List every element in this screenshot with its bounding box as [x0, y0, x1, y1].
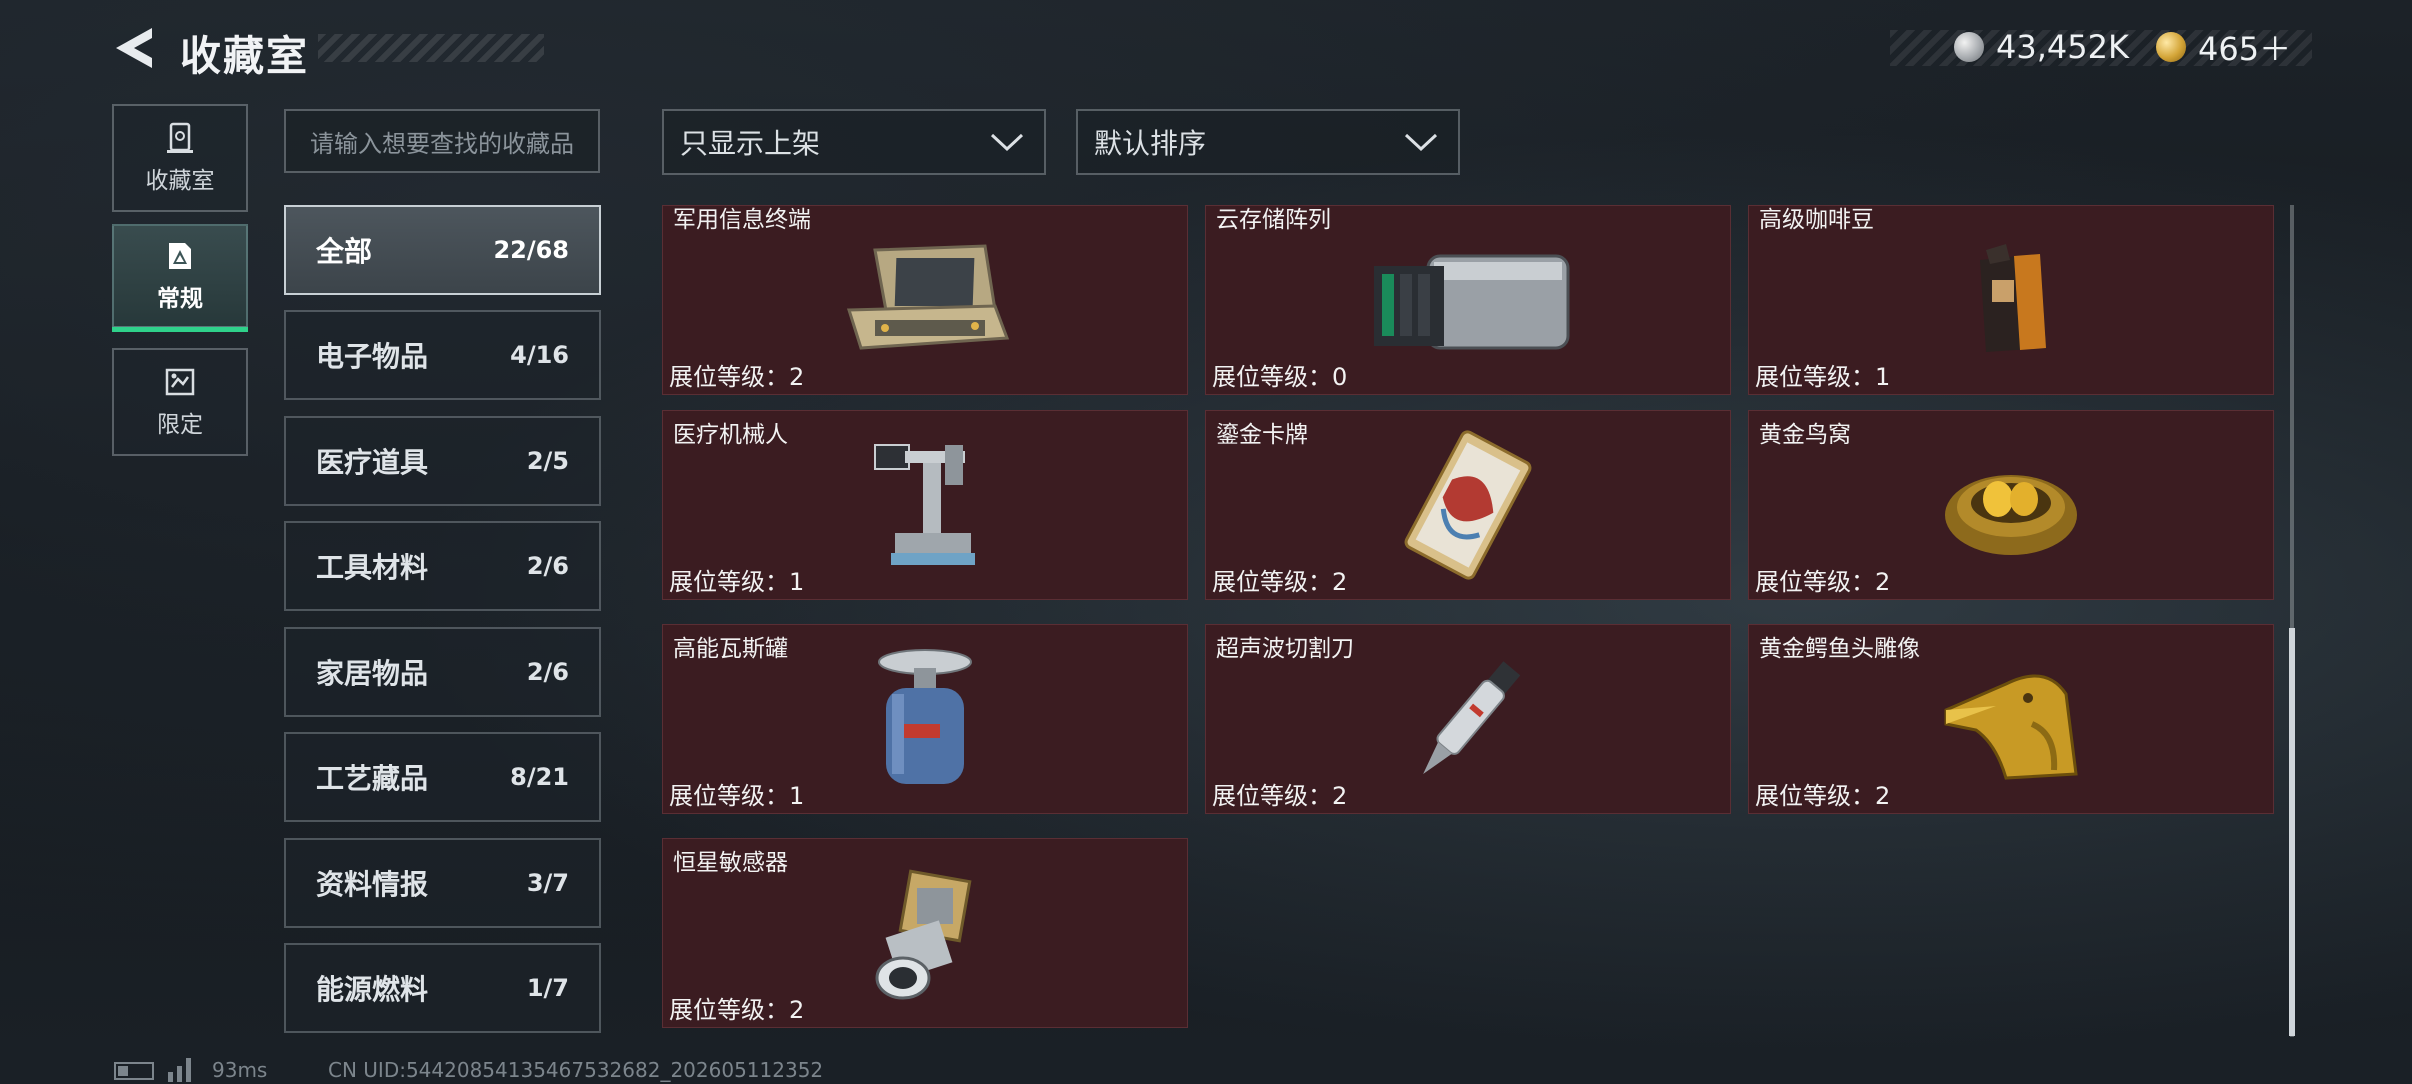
medical-robot-icon [874, 444, 975, 565]
nav-label: 限定 [157, 412, 203, 438]
item-name: 黄金鳄鱼头雕像 [1759, 636, 1920, 662]
golden-crocodile-statue-icon [1944, 674, 2078, 780]
item-name: 高能瓦斯罐 [673, 636, 788, 662]
gold-currency[interactable]: 465＋ [2156, 24, 2291, 70]
category-energy[interactable]: 能源燃料 1/7 [284, 943, 601, 1033]
item-level: 展位等级：0 [1212, 363, 1348, 391]
category-count: 2/5 [526, 447, 569, 475]
golden-nest-icon [1945, 475, 2077, 555]
item-level: 展位等级：1 [669, 568, 805, 596]
item-card-ultrasonic-cutter[interactable]: 超声波切割刀 展位等级：2 [1205, 624, 1731, 814]
item-level: 展位等级：2 [1212, 568, 1348, 596]
active-nav-indicator [112, 327, 248, 332]
nav-collection-room[interactable]: 收藏室 [112, 104, 248, 212]
item-card-medical-robot[interactable]: 医疗机械人 展位等级：1 [662, 410, 1188, 600]
item-card-coffee-beans[interactable]: 高级咖啡豆 展位等级：1 [1748, 205, 2274, 395]
uid-text: CN UID:54420854135467532682_202605112352 [328, 1058, 824, 1082]
battery-icon [114, 1062, 154, 1080]
item-level: 展位等级：2 [669, 363, 805, 391]
gilded-card-icon [1404, 430, 1532, 580]
item-level: 展位等级：2 [669, 996, 805, 1024]
category-name: 能源燃料 [316, 973, 429, 1006]
category-medical[interactable]: 医疗道具 2/5 [284, 416, 601, 506]
ultrasonic-cutter-icon [1423, 661, 1521, 775]
category-name: 电子物品 [316, 340, 429, 373]
sort-dropdown[interactable]: 默认排序 [1076, 109, 1460, 175]
nav-label: 收藏室 [145, 168, 215, 194]
silver-currency: 43,452K [1954, 24, 2129, 70]
search-input[interactable]: 请输入想要查找的收藏品 [284, 109, 600, 173]
category-name: 工艺藏品 [316, 762, 429, 795]
collection-room-icon [167, 122, 193, 153]
chevron-down-icon [990, 133, 1024, 152]
coffee-bean-bag-icon [1980, 244, 2046, 352]
item-level: 展位等级：1 [669, 782, 805, 810]
gas-canister-icon [878, 649, 972, 784]
item-card-gilded-card[interactable]: 鎏金卡牌 展位等级：2 [1205, 410, 1731, 600]
item-level: 展位等级：2 [1755, 568, 1891, 596]
item-name: 恒星敏感器 [673, 850, 788, 876]
item-level: 展位等级：1 [1755, 363, 1891, 391]
category-count: 22/68 [493, 236, 569, 264]
shelf-filter-dropdown[interactable]: 只显示上架 [662, 109, 1046, 175]
item-card-star-sensor[interactable]: 恒星敏感器 展位等级：2 [662, 838, 1188, 1028]
nav-limited[interactable]: 限定 [112, 348, 248, 456]
category-name: 家居物品 [316, 657, 429, 690]
category-all[interactable]: 全部 22/68 [284, 205, 601, 295]
category-name: 工具材料 [316, 551, 429, 584]
category-name: 资料情报 [316, 868, 429, 901]
grid-scrollbar-thumb[interactable] [2289, 628, 2295, 1036]
shelf-filter-value: 只显示上架 [680, 127, 821, 160]
category-count: 1/7 [526, 974, 569, 1002]
category-count: 3/7 [526, 869, 569, 897]
back-arrow-icon [116, 28, 152, 68]
item-level: 展位等级：2 [1755, 782, 1891, 810]
ping-value: 93ms [212, 1058, 268, 1082]
limited-card-icon [165, 368, 195, 396]
gold-coin-icon [2156, 32, 2186, 62]
item-card-military-terminal[interactable]: 军用信息终端 展位等级：2 [662, 205, 1188, 395]
item-card-golden-nest[interactable]: 黄金鸟窝 展位等级：2 [1748, 410, 2274, 600]
category-tools[interactable]: 工具材料 2/6 [284, 521, 601, 611]
regular-card-icon [169, 243, 191, 269]
item-name: 云存储阵列 [1216, 207, 1331, 233]
category-name: 医疗道具 [316, 446, 429, 479]
item-name: 军用信息终端 [673, 207, 811, 233]
category-count: 8/21 [510, 763, 569, 791]
category-count: 2/6 [526, 658, 569, 686]
item-name: 医疗机械人 [673, 422, 788, 448]
item-name: 鎏金卡牌 [1216, 422, 1308, 448]
back-button[interactable] [112, 26, 156, 70]
item-level: 展位等级：2 [1212, 782, 1348, 810]
signal-icon [168, 1058, 191, 1082]
title-decoration [318, 34, 544, 62]
item-card-golden-croc-statue[interactable]: 黄金鳄鱼头雕像 展位等级：2 [1748, 624, 2274, 814]
nav-regular[interactable]: 常规 [112, 224, 248, 328]
category-intel[interactable]: 资料情报 3/7 [284, 838, 601, 928]
category-crafts[interactable]: 工艺藏品 8/21 [284, 732, 601, 822]
sort-value: 默认排序 [1094, 127, 1207, 160]
category-count: 2/6 [526, 552, 569, 580]
cloud-storage-array-icon [1374, 254, 1570, 350]
chevron-down-icon [1404, 133, 1438, 152]
category-name: 全部 [316, 235, 373, 268]
gold-currency-value: 465＋ [2198, 30, 2292, 68]
item-name: 黄金鸟窝 [1759, 422, 1851, 448]
item-name: 超声波切割刀 [1216, 636, 1354, 662]
page-title: 收藏室 [180, 32, 309, 80]
military-terminal-icon [846, 244, 1010, 350]
nav-label: 常规 [157, 286, 203, 312]
star-sensor-icon [875, 869, 972, 1000]
category-electronics[interactable]: 电子物品 4/16 [284, 310, 601, 400]
category-count: 4/16 [510, 341, 569, 369]
category-home[interactable]: 家居物品 2/6 [284, 627, 601, 717]
silver-coin-icon [1954, 32, 1984, 62]
silver-currency-value: 43,452K [1996, 28, 2129, 66]
item-name: 高级咖啡豆 [1759, 207, 1874, 233]
item-card-cloud-storage[interactable]: 云存储阵列 展位等级：0 [1205, 205, 1731, 395]
item-card-gas-canister[interactable]: 高能瓦斯罐 展位等级：1 [662, 624, 1188, 814]
